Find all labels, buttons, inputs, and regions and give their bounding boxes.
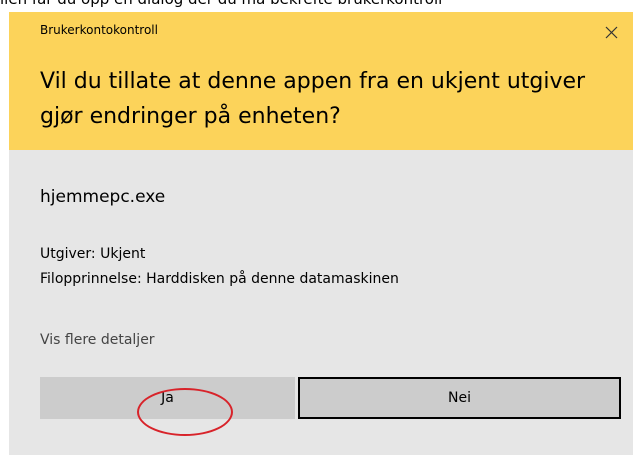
no-button[interactable]: Nei	[298, 377, 621, 419]
close-icon	[605, 26, 617, 38]
show-more-details-link[interactable]: Vis flere detaljer	[40, 330, 155, 350]
publisher-label: Utgiver: Ukjent	[40, 246, 146, 262]
dialog-question: Vil du tillate at denne appen fra en ukj…	[40, 69, 586, 129]
uac-dialog: Brukerkontokontroll Vil du tillate at de…	[9, 12, 633, 455]
file-origin-label: Filopprinnelse: Harddisken på denne data…	[40, 271, 399, 287]
background-text: ilen får du opp en dialog der du må bekr…	[0, 0, 641, 9]
publisher-info: Utgiver: Ukjent Filopprinnelse: Harddisk…	[40, 242, 399, 292]
yes-button[interactable]: Ja	[40, 377, 295, 419]
close-button[interactable]	[597, 18, 625, 46]
app-name: hjemmepc.exe	[40, 187, 166, 207]
page: ilen får du opp en dialog der du må bekr…	[0, 0, 641, 455]
dialog-header: Brukerkontokontroll Vil du tillate at de…	[9, 12, 633, 150]
dialog-title: Brukerkontokontroll	[40, 23, 158, 37]
